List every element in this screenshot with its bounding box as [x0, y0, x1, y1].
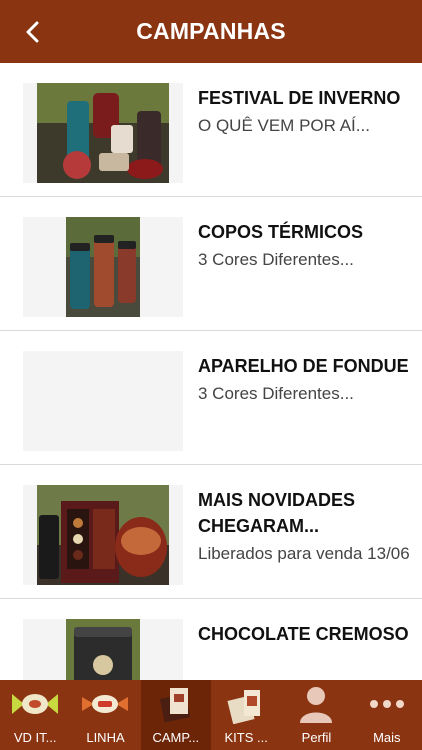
bonbon-icon [80, 682, 130, 726]
tab-label: Mais [373, 730, 401, 745]
more-dots-icon [362, 682, 412, 726]
list-item[interactable]: FESTIVAL DE INVERNO O QUÊ VEM POR AÍ... [0, 63, 422, 197]
tab-label: VD IT... [13, 730, 57, 745]
page-title: CAMPANHAS [136, 18, 286, 44]
tab-perfil[interactable]: Perfil [281, 680, 351, 750]
campaign-subtitle: O QUÊ VEM POR AÍ... [198, 116, 370, 135]
tab-label: LINHA [86, 730, 125, 745]
chocolate-box-icon [151, 682, 201, 726]
tab-label: KITS ... [224, 730, 268, 745]
campaign-subtitle: 3 Cores Diferentes... [198, 250, 354, 269]
campaign-thumbnail [23, 351, 183, 451]
campaign-thumbnail [23, 83, 183, 183]
tab-label: Perfil [301, 730, 332, 745]
tab-linha[interactable]: LINHA [70, 680, 140, 750]
list-item[interactable]: MAIS NOVIDADES CHEGARAM... Liberados par… [0, 465, 422, 599]
campaign-title: MAIS NOVIDADES CHEGARAM... [198, 490, 356, 536]
campaign-title: FESTIVAL DE INVERNO [198, 88, 401, 108]
tab-vd-itens[interactable]: VD IT... [0, 680, 70, 750]
back-button[interactable] [14, 14, 50, 50]
chevron-left-icon [26, 21, 39, 43]
list-item[interactable]: COPOS TÉRMICOS 3 Cores Diferentes... [0, 197, 422, 331]
tab-campanhas[interactable]: CAMP... [140, 680, 211, 750]
campaign-thumbnail [23, 619, 183, 680]
campaign-title: COPOS TÉRMICOS [198, 222, 364, 242]
tab-bar: VD IT... LINHA CAMP... KITS ... Perfil M… [0, 680, 422, 750]
campaign-list[interactable]: FESTIVAL DE INVERNO O QUÊ VEM POR AÍ... … [0, 63, 422, 680]
list-item[interactable]: CHOCOLATE CREMOSO [0, 599, 422, 680]
campaign-subtitle: 3 Cores Diferentes... [198, 384, 354, 403]
tab-mais[interactable]: Mais [352, 680, 422, 750]
tab-kits[interactable]: KITS ... [211, 680, 281, 750]
campaign-subtitle: Liberados para venda 13/06 [198, 544, 410, 563]
nav-bar: CAMPANHAS [0, 0, 422, 63]
candy-icon [10, 682, 60, 726]
campaign-title: CHOCOLATE CREMOSO [198, 624, 409, 644]
campaign-title: APARELHO DE FONDUE [198, 356, 409, 376]
campaign-thumbnail [23, 485, 183, 585]
gift-kit-icon [221, 682, 271, 726]
list-item[interactable]: APARELHO DE FONDUE 3 Cores Diferentes... [0, 331, 422, 465]
tab-label: CAMP... [152, 730, 200, 745]
campaign-thumbnail [23, 217, 183, 317]
user-icon [291, 682, 341, 726]
